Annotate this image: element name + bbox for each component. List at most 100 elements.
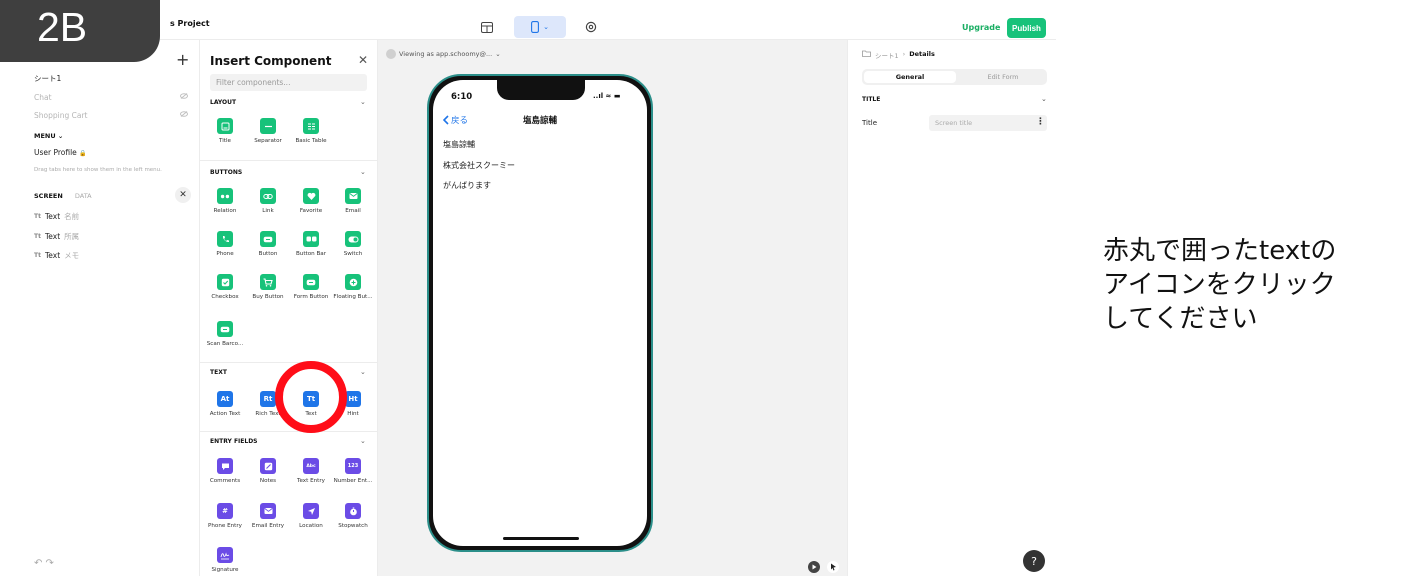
component-text-entry[interactable]: Abc Text Entry [289,458,333,484]
stopwatch-icon [345,503,361,519]
breadcrumb: シート1 › Details [862,50,935,60]
chevron-down-icon: ⌄ [543,23,549,31]
section-header-title: TITLE [862,96,881,103]
screen-title-input[interactable]: Screen title [929,115,1047,131]
component-action-text[interactable]: At Action Text [203,391,247,417]
component-signature[interactable]: Signature [203,547,247,573]
section-header-text: TEXT [210,369,227,376]
nav-tab-sheet1[interactable]: シート1 [34,73,61,84]
component-location[interactable]: Location [289,503,333,529]
step-badge: 2B [0,0,160,62]
upgrade-link[interactable]: Upgrade [962,23,1000,32]
lock-icon: 🔒 [79,150,87,157]
comment-bubble-icon [217,458,233,474]
component-phone[interactable]: Phone [203,231,247,257]
undo-redo-icons[interactable]: ↶ ↷ [34,558,54,569]
text-type-icon: Tt [34,252,41,259]
detail-text-row[interactable]: がんばります [443,180,491,191]
cursor-pointer-icon[interactable] [827,561,839,573]
properties-panel: シート1 › Details General Edit Form TITLE ⌄… [847,40,1056,576]
preview-canvas: Viewing as app.schoomy@... ⌄ 6:10 ..ıl ≈… [378,40,847,576]
component-switch[interactable]: Switch [331,231,375,257]
status-icons: ..ıl ≈ ▬ [593,92,621,100]
component-phone-entry[interactable]: # Phone Entry [203,503,247,529]
component-row[interactable]: Tt Text メモ [34,250,79,261]
filter-components-input[interactable] [210,74,367,91]
component-email[interactable]: Email [331,188,375,214]
component-basic-table[interactable]: Basic Table [289,118,333,144]
component-form-button[interactable]: Form Button [289,274,333,300]
component-buy-button[interactable]: Buy Button [246,274,290,300]
chevron-down-icon[interactable]: ⌄ [360,98,366,106]
hidden-eye-icon[interactable] [180,111,188,119]
separator-icon [260,118,276,134]
help-button[interactable]: ? [1023,550,1045,572]
component-comments[interactable]: Comments [203,458,247,484]
button-bar-icon [303,231,319,247]
chevron-down-icon[interactable]: ⌄ [360,368,366,376]
hint-icon: Ht [345,391,361,407]
button-icon [260,231,276,247]
tab-data[interactable]: DATA [75,192,92,200]
phone-mockup: 6:10 ..ıl ≈ ▬ 戻る 塩島諒輔 塩島諒輔 株式会社スクーミー がんば… [427,74,653,552]
component-favorite[interactable]: Favorite [289,188,333,214]
settings-gear-icon[interactable] [580,16,602,38]
table-view-icon[interactable] [476,16,498,38]
more-options-icon[interactable]: ⋮ [1036,117,1045,127]
component-number-entry[interactable]: 123 Number Ent... [331,458,375,484]
table-icon [303,118,319,134]
link-icon [260,188,276,204]
close-icon[interactable]: ✕ [358,53,368,67]
component-button[interactable]: Button [246,231,290,257]
email-icon [345,188,361,204]
home-indicator [503,537,579,540]
form-button-icon [303,274,319,290]
nav-tab-shopping-cart[interactable]: Shopping Cart [34,111,87,120]
nav-item-user-profile[interactable]: User Profile 🔒 [34,148,87,157]
panel-title: Insert Component [210,54,332,68]
tab-edit-form[interactable]: Edit Form [962,71,1044,83]
component-stopwatch[interactable]: Stopwatch [331,503,375,529]
menu-section-label[interactable]: MENU ⌄ [34,132,63,140]
component-relation[interactable]: Relation [203,188,247,214]
component-email-entry[interactable]: Email Entry [246,503,290,529]
detail-text-row[interactable]: 株式会社スクーミー [443,160,515,171]
annotation-red-circle [275,361,347,433]
component-checkbox[interactable]: Checkbox [203,274,247,300]
component-row[interactable]: Tt Text 所属 [34,231,79,242]
detail-text-row[interactable]: 塩島諒輔 [443,139,475,150]
hidden-eye-icon[interactable] [180,93,188,101]
viewing-as-selector[interactable]: Viewing as app.schoomy@... ⌄ [386,49,501,59]
tab-screen[interactable]: SCREEN [34,192,63,200]
chevron-down-icon: ⌄ [495,50,501,58]
component-button-bar[interactable]: Button Bar [289,231,333,257]
phone-device-icon [531,21,540,33]
component-scan-barcode[interactable]: Scan Barco... [203,321,247,347]
publish-button[interactable]: Publish [1007,18,1046,38]
component-separator[interactable]: Separator [246,118,290,144]
chevron-down-icon: ⌄ [57,132,64,140]
component-notes[interactable]: Notes [246,458,290,484]
play-icon[interactable] [808,561,820,573]
device-preview-button[interactable]: ⌄ [514,16,566,38]
phone-entry-icon: # [217,503,233,519]
breadcrumb-parent[interactable]: シート1 [875,50,899,60]
signature-icon [217,547,233,563]
floating-plus-icon [345,274,361,290]
heart-icon [303,188,319,204]
chevron-down-icon[interactable]: ⌄ [360,168,366,176]
screen-data-tabs: SCREEN DATA [34,192,102,200]
component-title[interactable]: Title [203,118,247,144]
chevron-down-icon[interactable]: ⌄ [360,437,366,445]
tab-general[interactable]: General [864,71,956,83]
close-icon[interactable]: ✕ [175,187,191,203]
section-header-entry-fields: ENTRY FIELDS [210,438,258,445]
chevron-down-icon[interactable]: ⌄ [1041,95,1047,103]
component-floating-button[interactable]: Floating But... [331,274,375,300]
component-link[interactable]: Link [246,188,290,214]
section-header-buttons: BUTTONS [210,169,243,176]
add-tab-button[interactable]: + [176,50,189,69]
nav-tab-chat[interactable]: Chat [34,93,52,102]
component-row[interactable]: Tt Text 名前 [34,211,79,222]
section-divider [200,431,377,432]
